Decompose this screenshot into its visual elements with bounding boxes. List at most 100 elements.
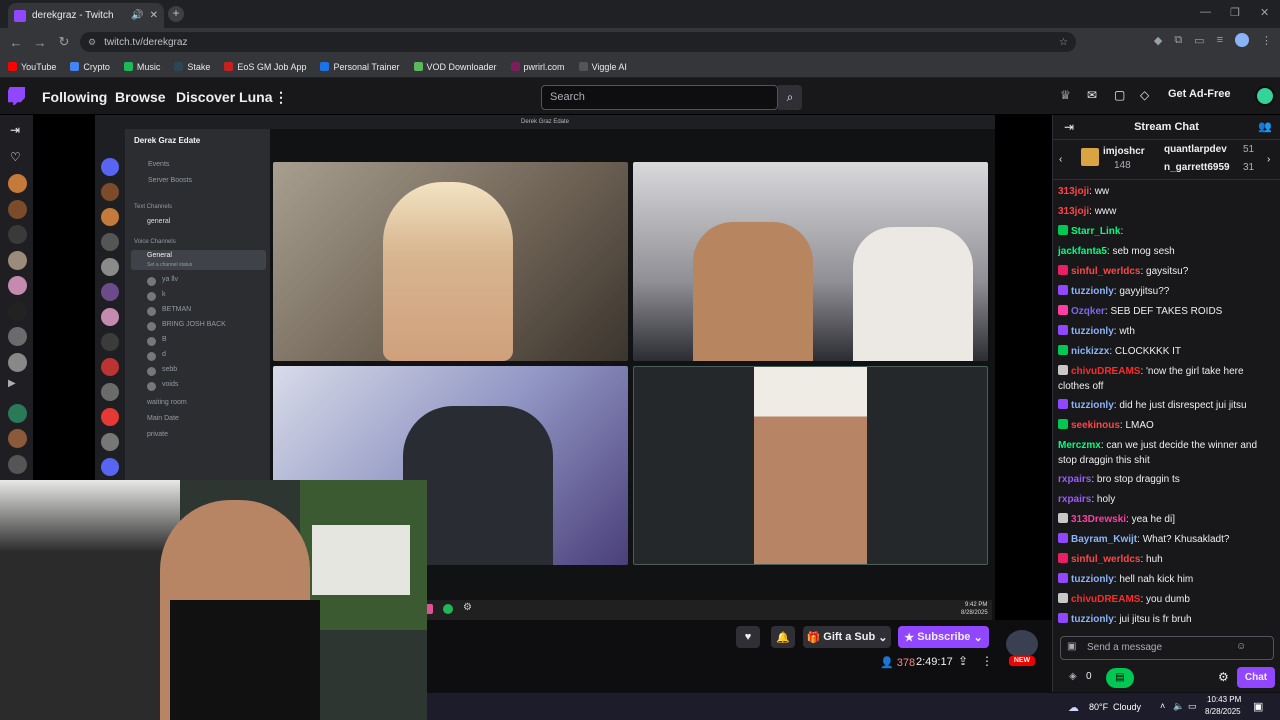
chat-username[interactable]: tuzzionly <box>1071 574 1114 585</box>
search-icon[interactable]: ⌕ <box>778 85 802 110</box>
chat-username[interactable]: seekinous <box>1071 420 1120 431</box>
bookmark-label: Stake <box>187 61 211 72</box>
followed-channel-avatar[interactable] <box>8 301 27 321</box>
channel-avatar[interactable] <box>1006 630 1038 658</box>
chat-title: Stream Chat <box>1053 115 1280 140</box>
chat-username[interactable]: chivuDREAMS <box>1071 594 1140 605</box>
notification-bell-button[interactable]: 🔔 <box>771 626 795 648</box>
chat-username[interactable]: jackfanta5 <box>1058 246 1107 257</box>
bookmark-item[interactable]: Personal Trainer <box>320 62 400 72</box>
nav-following[interactable]: Following <box>42 89 107 105</box>
chat-username[interactable]: rxpairs <box>1058 474 1091 485</box>
bookmark-item[interactable]: pwrirl.com <box>510 62 565 72</box>
media-icon[interactable]: ▭ <box>1194 34 1204 47</box>
chat-username[interactable]: tuzzionly <box>1071 326 1114 337</box>
subscribe-button[interactable]: ★ Subscribe ⌄ <box>898 626 989 648</box>
channel-points-icon[interactable]: ◈ <box>1069 671 1077 682</box>
expand-sidebar-icon[interactable]: ⇥ <box>10 123 20 137</box>
followed-channel-avatar[interactable] <box>8 199 27 219</box>
chat-username[interactable]: nickizzx <box>1071 346 1109 357</box>
chat-username[interactable]: Merczmx <box>1058 440 1101 451</box>
speaker-icon[interactable]: 🔊 <box>131 10 143 21</box>
chat-username[interactable]: tuzzionly <box>1071 614 1114 625</box>
chat-message: Ozqker: SEB DEF TAKES ROIDS <box>1058 302 1273 322</box>
followed-channel-avatar[interactable] <box>8 174 27 193</box>
bookmark-item[interactable]: Crypto <box>70 62 110 72</box>
chat-username[interactable]: tuzzionly <box>1071 286 1114 297</box>
notifications-icon[interactable]: ▣ <box>1253 700 1263 713</box>
community-icon[interactable]: 👥 <box>1258 120 1272 133</box>
extension-icon[interactable]: ◆ <box>1154 34 1162 47</box>
followed-channel-avatar[interactable] <box>8 276 27 295</box>
emote-picker-icon[interactable]: ☺ <box>1236 641 1246 652</box>
chat-username[interactable]: Starr_Link <box>1071 226 1120 237</box>
get-ad-free-button[interactable]: Get Ad-Free <box>1168 88 1231 100</box>
spotify-icon <box>443 604 453 614</box>
browser-tab[interactable]: derekgraz - Twitch 🔊 ✕ <box>8 3 164 28</box>
more-icon[interactable]: ⋮ <box>274 89 288 106</box>
chat-settings-icon[interactable]: ⚙ <box>1218 670 1229 684</box>
bookmark-favicon-icon <box>320 62 330 71</box>
leaderboard-prev-icon[interactable]: ‹ <box>1059 154 1062 165</box>
extensions-puzzle-icon[interactable]: ⧉ <box>1174 34 1182 47</box>
chat-username[interactable]: 313Drewski <box>1071 514 1126 525</box>
followed-channel-avatar[interactable] <box>8 225 27 244</box>
search-input[interactable]: Search <box>541 85 778 110</box>
close-tab-icon[interactable]: ✕ <box>150 10 158 21</box>
chat-send-button[interactable]: Chat <box>1237 667 1275 688</box>
chat-username[interactable]: chivuDREAMS <box>1071 366 1140 377</box>
bookmark-item[interactable]: EoS GM Job App <box>224 62 306 72</box>
chat-username[interactable]: sinful_werldcs <box>1071 554 1140 565</box>
kebab-menu-icon[interactable]: ⋮ <box>1261 34 1272 47</box>
chat-username[interactable]: 313joji <box>1058 186 1089 197</box>
profile-avatar[interactable] <box>1235 33 1249 47</box>
chat-username[interactable]: rxpairs <box>1058 494 1091 505</box>
reload-icon[interactable]: ↻ <box>52 34 76 50</box>
followed-channel-avatar[interactable] <box>8 403 27 423</box>
address-bar[interactable]: ⚙ twitch.tv/derekgraz ☆ <box>80 32 1076 52</box>
chat-username[interactable]: Bayram_Kwijt <box>1071 534 1137 545</box>
bookmark-item[interactable]: Viggle AI <box>578 62 627 72</box>
bonus-chest-icon[interactable]: ▤ <box>1106 668 1134 688</box>
back-icon[interactable]: ← <box>4 35 28 50</box>
nav-discover[interactable]: Discover Luna <box>176 89 272 105</box>
user-avatar[interactable] <box>1255 86 1275 106</box>
bits-icon[interactable]: ◇ <box>1140 88 1149 102</box>
close-window-icon[interactable]: ✕ <box>1260 6 1269 19</box>
chat-username[interactable]: tuzzionly <box>1071 400 1114 411</box>
menu-icon[interactable]: ≡ <box>1217 34 1223 46</box>
chat-username[interactable]: 313joji <box>1058 206 1089 217</box>
maximize-icon[interactable]: ❐ <box>1230 6 1240 19</box>
bookmark-item[interactable]: VOD Downloader <box>413 62 497 72</box>
bookmark-item[interactable]: Music <box>123 62 160 72</box>
nav-browse[interactable]: Browse <box>115 89 166 105</box>
bookmark-item[interactable]: Stake <box>174 62 210 72</box>
forward-icon[interactable]: → <box>28 35 52 50</box>
chat-command-icon[interactable]: ▣ <box>1067 641 1076 652</box>
more-options-icon[interactable]: ⋮ <box>981 654 993 668</box>
inbox-icon[interactable]: ✉ <box>1087 88 1097 102</box>
video-icon[interactable]: ▶ <box>8 378 27 397</box>
minimize-icon[interactable]: — <box>1200 6 1211 18</box>
volume-icon[interactable]: 🔈 <box>1173 701 1184 712</box>
followed-channel-avatar[interactable] <box>8 429 27 448</box>
followed-channel-avatar[interactable] <box>8 327 27 346</box>
gift-sub-button[interactable]: 🎁 Gift a Sub ⌄ <box>803 626 891 648</box>
followed-channel-avatar[interactable] <box>8 352 27 372</box>
followed-channel-avatar[interactable] <box>8 250 27 270</box>
tray-overflow-icon[interactable]: ˄ <box>1160 701 1165 711</box>
new-tab-button[interactable]: + <box>168 6 184 22</box>
share-icon[interactable]: ⇪ <box>958 654 968 668</box>
bookmark-item[interactable]: YouTube <box>8 62 56 72</box>
bookmark-star-icon[interactable]: ☆ <box>1059 37 1068 48</box>
leaderboard-next-icon[interactable]: › <box>1267 154 1270 165</box>
whispers-icon[interactable]: ▢ <box>1114 88 1125 102</box>
collapse-chat-icon[interactable]: ⇥ <box>1064 120 1074 134</box>
network-icon[interactable]: ▭ <box>1188 701 1197 712</box>
prime-crown-icon[interactable]: ♕ <box>1060 88 1071 102</box>
chat-username[interactable]: sinful_werldcs <box>1071 266 1140 277</box>
followed-channel-avatar[interactable] <box>8 454 27 474</box>
follow-heart-button[interactable]: ♥ <box>736 626 760 648</box>
chat-username[interactable]: Ozqker <box>1071 306 1105 317</box>
site-info-icon[interactable]: ⚙ <box>88 37 96 48</box>
